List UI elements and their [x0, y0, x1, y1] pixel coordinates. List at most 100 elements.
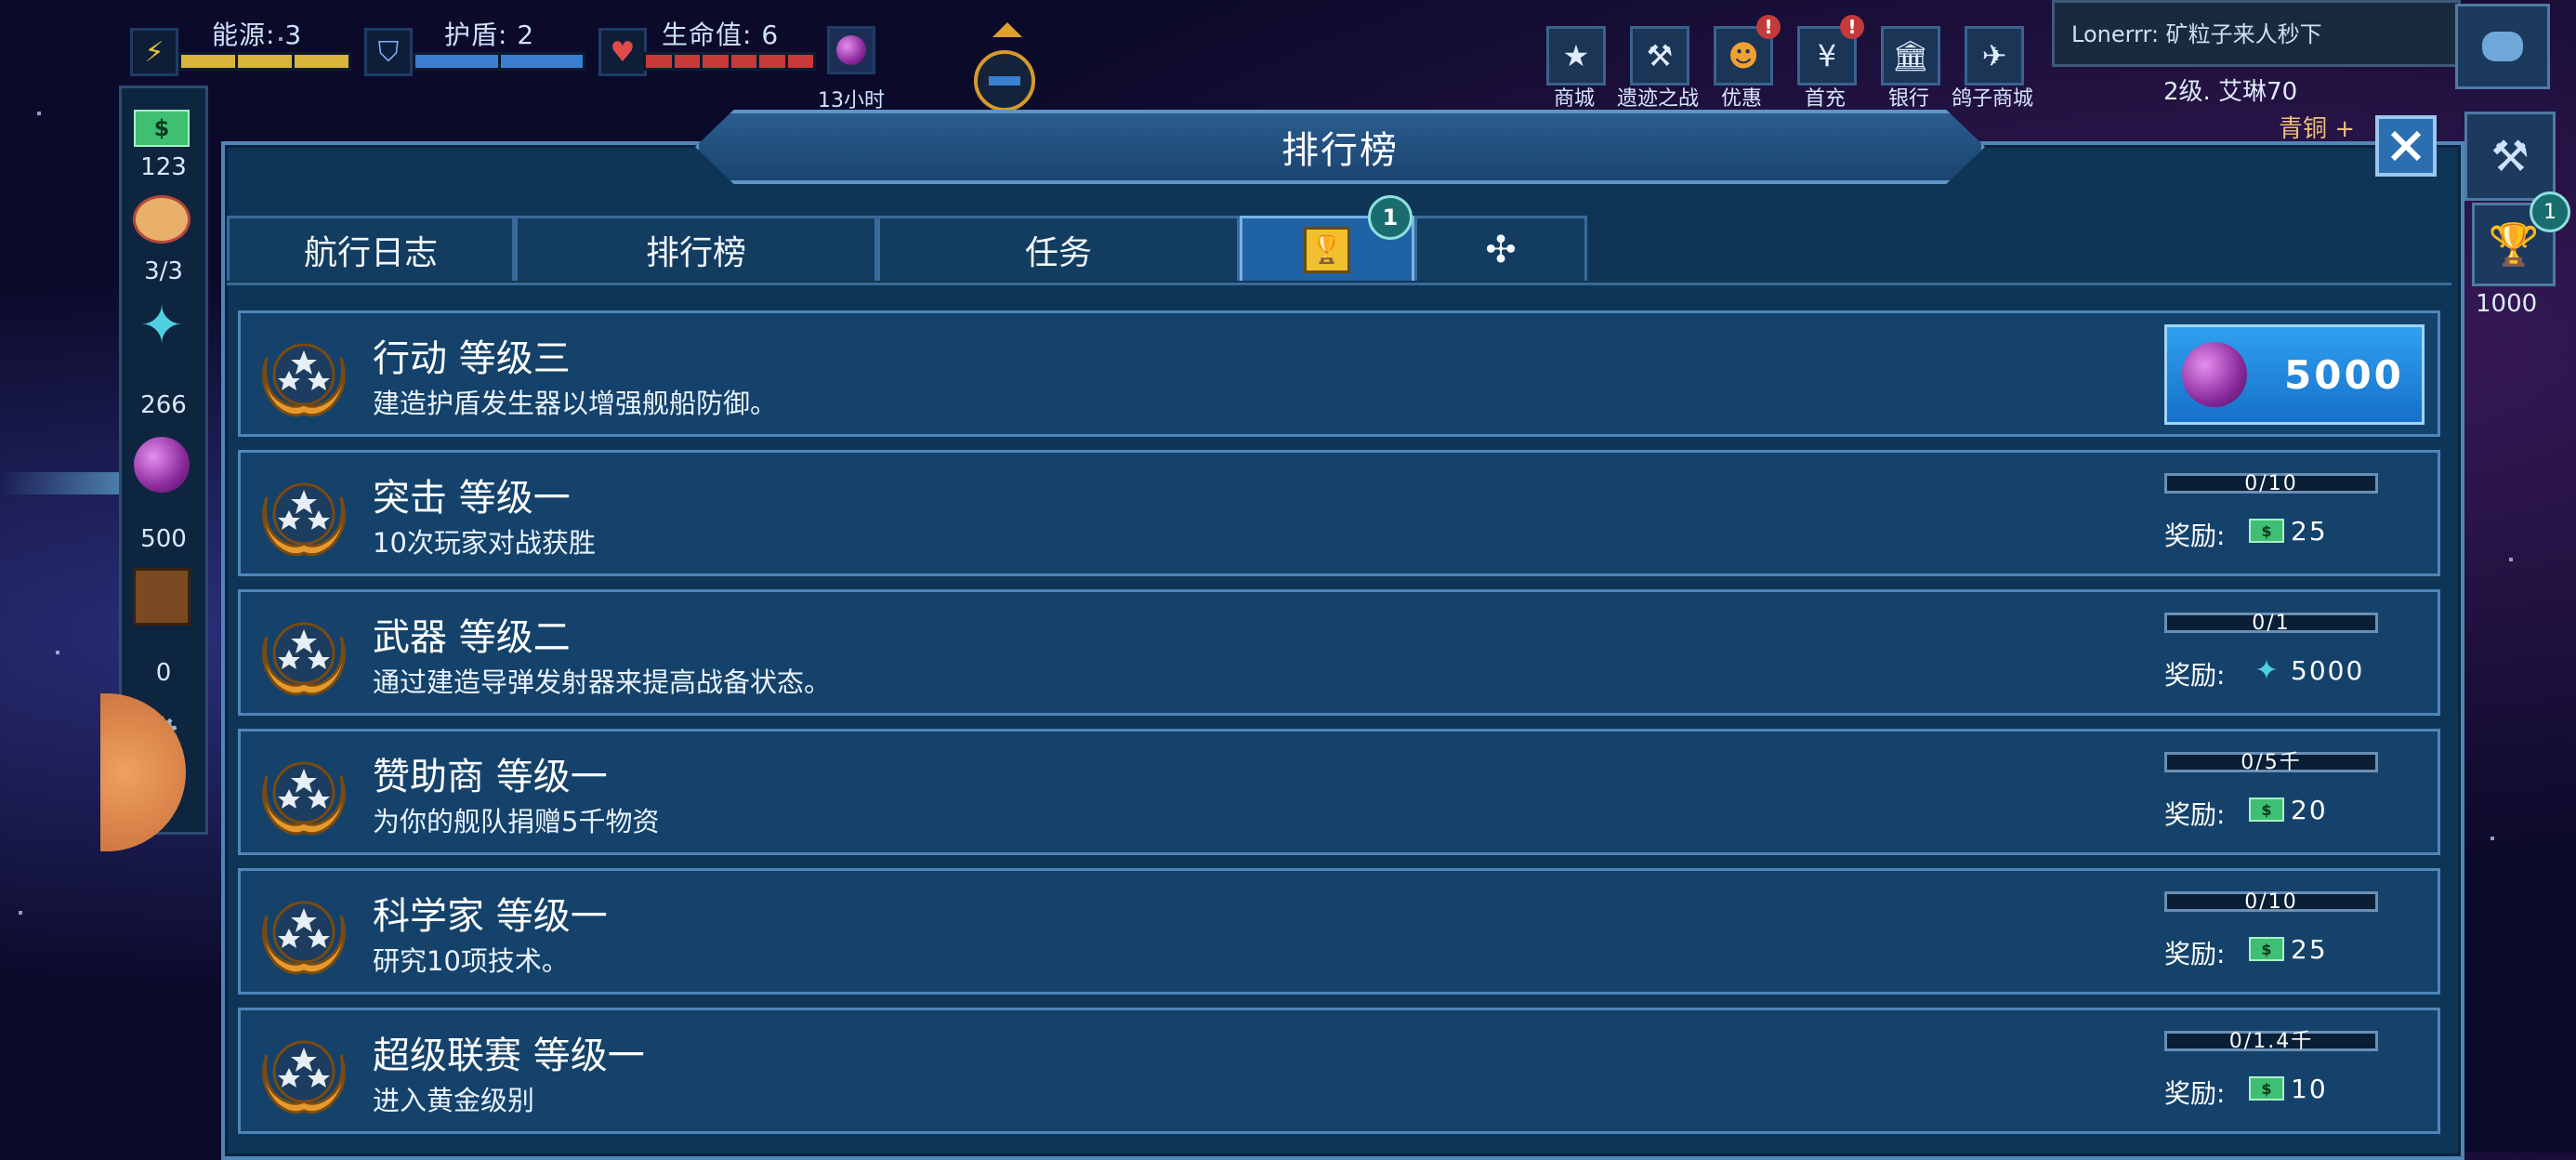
star-store-icon[interactable]: ★: [1546, 26, 1606, 86]
arrow-up-icon[interactable]: [992, 22, 1022, 37]
tab-voyage-log[interactable]: 航行日志: [227, 216, 515, 281]
top-button-label: 鸽子商城: [1951, 87, 2034, 111]
achievement-row[interactable]: 行动 等级三 建造护盾发生器以增强舰船防御。 5000: [238, 310, 2440, 437]
progress-text: 0/1.4千: [2228, 1030, 2314, 1053]
crew-count: 3/3: [144, 257, 183, 285]
tab-label: 排行榜: [645, 233, 746, 272]
progress-text: 0/10: [2244, 890, 2298, 914]
reward-value: 10: [2291, 1074, 2328, 1104]
achievement-row[interactable]: 武器 等级二 通过建造导弹发射器来提高战备状态。 0/1 奖励: ✦ 5000: [238, 589, 2440, 716]
reward-value: 20: [2291, 795, 2328, 825]
chat-message: Lonerrr: 矿粒子来人秒下: [2071, 21, 2322, 47]
cash-count: 123: [140, 153, 187, 181]
progress-bar: 0/10: [2164, 472, 2378, 495]
crystal-icon[interactable]: ✦: [131, 295, 192, 356]
reward-label: 奖励:: [2164, 939, 2226, 969]
tab-missions[interactable]: 任务: [877, 216, 1240, 281]
crystal-count: 266: [140, 391, 187, 419]
pigeon-icon[interactable]: ✈: [1965, 26, 2024, 86]
star: [37, 112, 41, 115]
reward-label: 奖励:: [2164, 799, 2226, 830]
bank-icon[interactable]: 🏛: [1881, 26, 1940, 86]
achievement-desc: 进入黄金级别: [373, 1085, 535, 1116]
achievement-title: 赞助商 等级一: [373, 756, 608, 798]
chat-button[interactable]: [2455, 4, 2550, 89]
achievement-desc: 为你的舰队捐赠5千物资: [373, 806, 660, 837]
achievement-title: 武器 等级二: [373, 616, 571, 659]
cash-icon: $: [2249, 1076, 2284, 1101]
trophy-icon: 🏆: [1304, 226, 1350, 273]
medal-icon: [254, 1027, 354, 1118]
achievement-row[interactable]: 超级联赛 等级一 进入黄金级别 0/1.4千 奖励: $ 10: [238, 1008, 2440, 1134]
orb-count: 500: [140, 525, 187, 553]
speech-bubble-icon: [2482, 32, 2523, 61]
achievement-list: 行动 等级三 建造护盾发生器以增强舰船防御。 5000 突击 等级一 10次玩家…: [238, 310, 2440, 1147]
reward-icon-wrap: ✦: [2248, 654, 2285, 687]
reward-label: 奖励:: [2164, 1078, 2226, 1109]
health-bar: [643, 52, 816, 71]
achievement-title: 科学家 等级一: [373, 895, 608, 938]
cash-icon: $: [2249, 519, 2284, 543]
achievement-row[interactable]: 突击 等级一 10次玩家对战获胜 0/10 奖励: $ 25: [238, 450, 2440, 576]
achievement-desc: 10次玩家对战获胜: [373, 527, 596, 559]
star: [2491, 837, 2494, 840]
achievement-desc: 研究10项技术。: [373, 945, 569, 977]
medal-icon: [254, 888, 354, 979]
orb-icon: [2182, 342, 2247, 407]
build-button[interactable]: ⚒: [2464, 112, 2556, 201]
compass-icon[interactable]: [974, 50, 1035, 112]
alert-badge: !: [1756, 15, 1781, 39]
achievement-title: 超级联赛 等级一: [373, 1035, 645, 1077]
achievement-desc: 通过建造导弹发射器来提高战备状态。: [373, 666, 832, 698]
medal-icon: [254, 748, 354, 839]
parts-count: 0: [155, 659, 172, 687]
orb-timer-icon[interactable]: [827, 26, 875, 74]
achievement-row[interactable]: 赞助商 等级一 为你的舰队捐赠5千物资 0/5千 奖励: $ 20: [238, 729, 2440, 855]
energy-icon: ⚡: [130, 28, 178, 76]
top-button-label: 优惠: [1720, 87, 1763, 111]
reward-icon-wrap: $: [2248, 936, 2285, 962]
panel-title: 排行榜: [695, 110, 1985, 184]
shield-icon: ⛉: [364, 28, 413, 76]
close-button[interactable]: [2375, 115, 2437, 177]
crate-icon[interactable]: [131, 566, 192, 627]
shield-bar: [413, 52, 585, 71]
achievement-title: 行动 等级三: [373, 337, 571, 380]
progress-text: 0/5千: [2241, 751, 2302, 774]
tab-divider: [227, 283, 2451, 285]
progress-bar: 0/1: [2164, 612, 2378, 635]
crew-icon[interactable]: [131, 189, 192, 250]
trophy-icon: 🏆: [2488, 221, 2540, 269]
chat-box[interactable]: Lonerrr: 矿粒子来人秒下: [2052, 0, 2461, 67]
claim-reward-button[interactable]: 5000: [2164, 324, 2425, 425]
tab-label: 任务: [1024, 233, 1092, 272]
top-button-label: 首充: [1804, 87, 1847, 111]
star: [56, 651, 59, 654]
alert-badge: !: [1840, 15, 1864, 39]
star: [2509, 558, 2513, 561]
sparkle-icon: ✣: [1485, 228, 1517, 271]
achievement-row[interactable]: 科学家 等级一 研究10项技术。 0/10 奖励: $ 25: [238, 868, 2440, 995]
medal-icon: [254, 330, 354, 421]
top-button-label: 商城: [1553, 87, 1596, 111]
orb-icon[interactable]: [131, 434, 192, 495]
medal-icon: [254, 609, 354, 700]
progress-text: 0/10: [2244, 472, 2298, 495]
achievements-badge: 1: [1368, 195, 1413, 240]
top-button-label: 遗迹之战: [1616, 87, 1700, 111]
cash-icon[interactable]: $: [131, 98, 192, 159]
achievement-desc: 建造护盾发生器以增强舰船防御。: [373, 388, 778, 419]
top-button-label: 银行: [1887, 87, 1930, 111]
tab-special[interactable]: ✣: [1414, 216, 1587, 281]
claim-amount: 5000: [2284, 351, 2404, 398]
progress-bar: 0/1.4千: [2164, 1030, 2378, 1053]
reward-icon-wrap: $: [2248, 797, 2285, 823]
hammer-icon[interactable]: ⚒: [1630, 26, 1689, 86]
reward-label: 奖励:: [2164, 521, 2226, 551]
shield-label: 护盾: 2: [444, 20, 535, 50]
tab-leaderboard[interactable]: 排行榜: [515, 216, 877, 281]
progress-bar: 0/10: [2164, 890, 2378, 914]
energy-label: 能源: 3: [212, 20, 303, 50]
trophy-count: 1000: [2476, 290, 2538, 318]
progress-text: 0/1: [2252, 612, 2291, 635]
